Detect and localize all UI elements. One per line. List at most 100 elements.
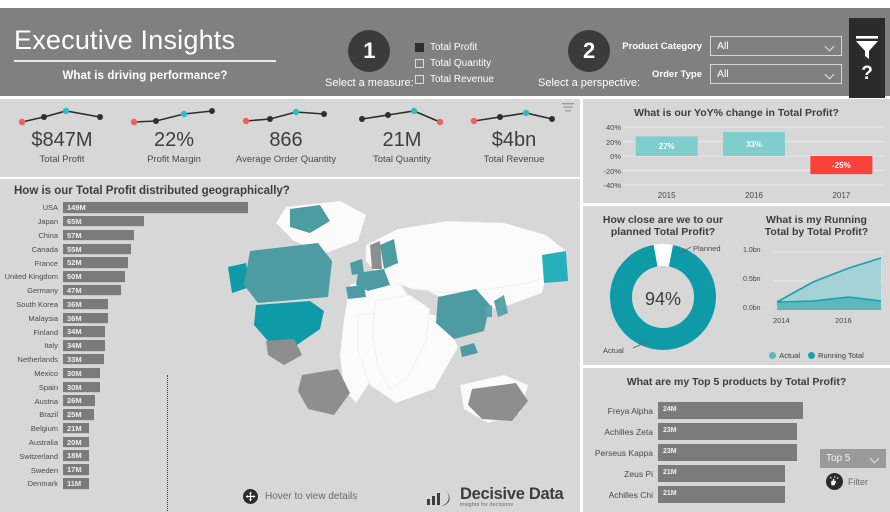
running-total-legend: Actual Running Total [743, 351, 890, 360]
map-region-malaysia [460, 343, 478, 357]
geo-bar-row[interactable]: Netherlands 33M [0, 353, 250, 367]
kpi-total-quantity[interactable]: 21M Total Quantity [346, 105, 458, 165]
help-question-mark[interactable]: ? [861, 64, 873, 83]
top5-bar-row[interactable]: Zeus Pi 21M [583, 463, 805, 484]
geo-bar-row[interactable]: Belgium 21M [0, 422, 250, 436]
measure-option-total-revenue[interactable]: Total Revenue [415, 72, 494, 86]
geo-bar-row[interactable]: Switzerland 18M [0, 449, 250, 463]
geo-bar-row[interactable]: Spain 30M [0, 380, 250, 394]
measure-option-total-quantity[interactable]: Total Quantity [415, 56, 494, 70]
top5-bar-category: Achilles Zeta [604, 426, 653, 437]
geo-bar-row[interactable]: China 57M [0, 229, 250, 243]
geo-bar-value: 34M [67, 327, 82, 337]
order-type-select[interactable]: All [710, 64, 842, 84]
top5-bar-row[interactable]: Freya Alpha 24M [583, 400, 805, 421]
geo-bar-row[interactable]: United Kingdom 50M [0, 270, 250, 284]
geo-bar-track: 20M [63, 436, 250, 449]
geography-footer: Hover to view details Decisive Data insi… [0, 484, 580, 512]
running-total-area-chart[interactable] [743, 242, 890, 334]
kpi-value: $4bn [491, 129, 537, 151]
geo-bar-category: Australia [28, 437, 58, 447]
geo-bar-value: 50M [67, 272, 82, 282]
top5-bar-track: 23M [658, 423, 805, 440]
planned-gauge-panel: How close are we to our planned Total Pr… [583, 206, 743, 365]
top5-filter-label: Filter [848, 476, 868, 487]
yoy-bar-chart[interactable]: 27% 2015 33% 2016 -25% 2017 [583, 123, 890, 201]
geo-bar-row[interactable]: Japan 65M [0, 215, 250, 229]
kpi-strip: $847M Total Profit 22% Profit Margin 866… [0, 99, 580, 177]
measure-option-total-profit[interactable]: Total Profit [415, 40, 494, 54]
measure-selector[interactable]: Total Profit Total Quantity Total Revenu… [415, 40, 494, 88]
checkbox-icon[interactable] [415, 58, 424, 68]
geo-bar-row[interactable]: Germany 47M [0, 284, 250, 298]
geo-bar-row[interactable]: Austria 26M [0, 394, 250, 408]
running-title: What is my Running Total by Total Profit… [743, 206, 890, 238]
geo-bar-row[interactable]: South Korea 36M [0, 298, 250, 312]
map-region-russia-east [542, 251, 568, 283]
kpi-total-revenue[interactable]: $4bn Total Revenue [458, 105, 570, 165]
geo-bar-category: Germany [27, 286, 58, 296]
kpi-profit-margin[interactable]: 22% Profit Margin [118, 105, 230, 165]
geo-bar-track: 30M [63, 381, 250, 393]
top5-bar-row[interactable]: Achilles Chi 21M [583, 484, 805, 505]
sparkline-chart [18, 107, 103, 126]
product-category-select[interactable]: All [710, 36, 842, 56]
geo-bar-track: 55M [63, 243, 250, 256]
geo-bar-category: Malaysia [28, 313, 58, 323]
geo-bar-value: 34M [67, 341, 82, 351]
geo-bar-row[interactable]: Australia 20M [0, 436, 250, 450]
checkbox-icon[interactable] [415, 74, 424, 84]
sparkline-chart [242, 108, 327, 125]
top5-bar-fill [658, 402, 803, 419]
top5-bar-fill [658, 444, 797, 461]
geo-bar-track: 17M [63, 464, 250, 476]
select-value: Top 5 [826, 453, 851, 464]
top5-bar-row[interactable]: Achilles Zeta 23M [583, 421, 805, 442]
legend-item-actual[interactable]: Actual [769, 351, 800, 360]
top5-panel: What are my Top 5 products by Total Prof… [583, 368, 890, 512]
top5-select[interactable]: Top 5 [820, 449, 886, 468]
filter-help-panel[interactable]: ? [849, 18, 885, 98]
chevron-down-icon [826, 71, 834, 76]
running-ytick-1: 1.0bn [743, 247, 761, 254]
legend-item-running-total[interactable]: Running Total [808, 351, 864, 360]
legend-dot-icon [769, 352, 777, 359]
kpi-label: Average Order Quantity [235, 154, 337, 165]
top5-bar-category: Perseus Kappa [594, 447, 653, 458]
page-subtitle: What is driving performance? [62, 70, 228, 82]
top5-bar-chart: Freya Alpha 24M Achilles Zeta 23M Perseus Ka… [583, 400, 805, 505]
geo-bar-category: Netherlands [17, 355, 58, 365]
sparkline-chart [359, 107, 444, 126]
geo-bar-row[interactable]: Malaysia 36M [0, 311, 250, 325]
measure-label: Total Quantity [430, 57, 492, 69]
kpi-total-profit[interactable]: $847M Total Profit [6, 105, 118, 165]
filter-product-category: Product Category All [612, 36, 842, 56]
decisive-data-logo-icon [427, 488, 450, 506]
geo-bar-row[interactable]: USA 149M [0, 201, 250, 215]
geo-bar-row[interactable]: Italy 34M [0, 339, 250, 353]
geo-bar-row[interactable]: Sweden 17M [0, 463, 250, 477]
step-2-badge: 2 [568, 30, 611, 72]
geo-bar-category: Japan [37, 217, 58, 227]
top5-filter-button[interactable]: Filter [826, 473, 868, 490]
running-title-line1: What is my Running [766, 214, 867, 226]
dashboard-header: Executive Insights What is driving perfo… [0, 8, 890, 98]
geo-bar-row[interactable]: France 52M [0, 256, 250, 270]
yoy-panel: What is our YoY% change in Total Profit?… [583, 99, 890, 203]
geo-bar-row[interactable]: Brazil 25M [0, 408, 250, 422]
checkbox-icon[interactable] [415, 42, 424, 52]
select-value: All [717, 68, 729, 80]
donut-planned-label: Planned [693, 244, 721, 253]
step-1-badge: 1 [348, 30, 391, 72]
filter-order-type: Order Type All [612, 64, 842, 84]
hover-hint-text: Hover to view details [265, 491, 358, 502]
kpi-average-order-quantity[interactable]: 866 Average Order Quantity [230, 105, 342, 165]
geo-bar-row[interactable]: Mexico 30M [0, 367, 250, 381]
top5-bar-fill [658, 486, 785, 503]
geo-bar-value: 33M [67, 354, 82, 364]
world-map[interactable] [198, 189, 573, 459]
geo-bar-row[interactable]: Canada 55M [0, 242, 250, 256]
top5-bar-row[interactable]: Perseus Kappa 23M [583, 442, 805, 463]
kpi-label: Profit Margin [147, 154, 201, 165]
geo-bar-row[interactable]: Finland 34M [0, 325, 250, 339]
